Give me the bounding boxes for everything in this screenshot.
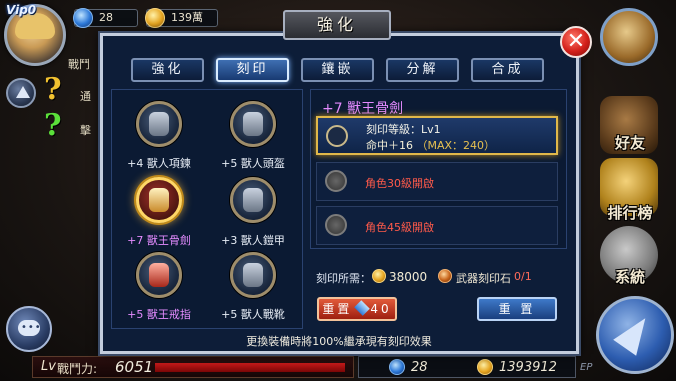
- map-icon[interactable]: [600, 8, 658, 66]
- item-name: +5 獸人戰靴: [221, 308, 285, 321]
- chat-dots: •••: [21, 322, 42, 333]
- engrave-unlock-text: 角色45級開啟: [365, 221, 434, 234]
- ring-icon: [149, 263, 169, 287]
- dialog-title: 強化: [283, 10, 391, 40]
- power-value: 6051: [115, 358, 154, 376]
- cost-gold: 38000: [389, 270, 428, 284]
- ep-label: EP: [580, 362, 593, 373]
- cost-label: 刻印所需：: [316, 272, 371, 285]
- chat-button[interactable]: •••: [6, 306, 52, 352]
- item-name: +7 獸王骨劍: [127, 234, 191, 247]
- attack-button[interactable]: [596, 296, 674, 374]
- bottom-gold-count: 1393912: [499, 360, 557, 375]
- engrave-stat-value: 命中＋16: [366, 139, 413, 152]
- helmet-icon: [243, 112, 263, 136]
- close-button[interactable]: ✕: [560, 26, 592, 58]
- system-label[interactable]: 系統: [596, 266, 664, 287]
- quest-icon-green[interactable]: ?: [44, 108, 62, 143]
- item-slot-ring[interactable]: [136, 252, 182, 298]
- gold-count: 139萬: [171, 11, 203, 24]
- quest-icon-yellow[interactable]: ?: [44, 72, 62, 107]
- engrave-stat: 命中＋16 （MAX：240）: [366, 137, 495, 153]
- coin-icon: [145, 8, 165, 28]
- gem-counter: 28: [73, 8, 138, 28]
- selected-item-title: +7 獸王骨劍: [322, 101, 404, 117]
- gem-icon: [389, 359, 405, 375]
- reset-gem-label: 重置: [322, 302, 353, 316]
- gem-icon: [73, 8, 93, 28]
- stone-label: 武器刻印石: [456, 272, 511, 285]
- reset-gem-cost: 40: [370, 302, 392, 316]
- tab-inlay[interactable]: 鑲嵌: [301, 58, 374, 82]
- reset-gem-button[interactable]: 重置 40: [317, 297, 397, 321]
- side-text-quest: 通: [80, 90, 91, 103]
- bottom-resources: 28 1393912: [358, 356, 576, 378]
- footer-note: 更換裝備時將100%繼承現有刻印效果: [246, 335, 432, 348]
- item-name: +3 獸人鎧甲: [221, 234, 285, 247]
- item-name: +5 獸人頭盔: [221, 157, 285, 170]
- gem-count: 28: [99, 11, 113, 24]
- side-text-battle: 戰鬥: [68, 58, 90, 71]
- reset-button[interactable]: 重 置: [477, 297, 557, 321]
- side-text-strike: 擊: [80, 124, 91, 137]
- lock-icon: [325, 214, 347, 236]
- power-bar: Lv 戰鬥力: 6051: [32, 356, 354, 378]
- item-name: +5 獸王戒指: [127, 308, 191, 321]
- item-slot-armor[interactable]: [230, 177, 276, 223]
- sword-icon: [149, 188, 169, 212]
- engrave-level: 刻印等級：Lv1: [366, 123, 441, 136]
- engrave-slot-3: 角色45級開啟: [316, 206, 558, 245]
- engrave-stat-max: （MAX：240）: [416, 139, 496, 152]
- engrave-stone-icon: [438, 269, 452, 283]
- tab-decompose[interactable]: 分解: [386, 58, 459, 82]
- tab-enhance[interactable]: 強化: [131, 58, 204, 82]
- engrave-slot-2: 角色30級開啟: [316, 162, 558, 201]
- gold-counter: 139萬: [145, 8, 218, 28]
- bottom-gem-count: 28: [411, 360, 428, 375]
- item-slot-necklace[interactable]: [136, 101, 182, 147]
- gem-icon: [354, 300, 371, 316]
- engrave-ring-icon: [326, 125, 348, 147]
- level-label: Lv: [41, 359, 56, 374]
- tab-engrave[interactable]: 刻印: [216, 58, 289, 82]
- engrave-slot-1[interactable]: 刻印等級：Lv1 命中＋16 （MAX：240）: [316, 116, 558, 155]
- exp-fill: [155, 363, 345, 372]
- lock-icon: [325, 170, 347, 192]
- vip-label[interactable]: Vip0: [6, 3, 36, 17]
- arrow-up-icon: [16, 86, 30, 98]
- ranking-label[interactable]: 排行榜: [596, 202, 664, 223]
- stone-count: 0/1: [514, 270, 532, 283]
- collapse-button[interactable]: [6, 78, 36, 108]
- armor-icon: [243, 188, 263, 212]
- coin-icon: [477, 359, 493, 375]
- item-name: +4 獸人項鍊: [127, 157, 191, 170]
- item-slot-boots[interactable]: [230, 252, 276, 298]
- necklace-icon: [149, 112, 169, 136]
- item-slot-sword[interactable]: [136, 177, 182, 223]
- coin-icon: [372, 269, 386, 283]
- arrow-icon: [613, 310, 657, 356]
- boots-icon: [243, 263, 263, 287]
- friends-label[interactable]: 好友: [596, 132, 664, 153]
- engrave-unlock-text: 角色30級開啟: [365, 177, 434, 190]
- item-slot-helmet[interactable]: [230, 101, 276, 147]
- left-quick-bar: 戰鬥 ? 通 ? 擊: [0, 58, 100, 210]
- tab-synthesize[interactable]: 合成: [471, 58, 544, 82]
- power-label: 戰鬥力:: [57, 362, 98, 376]
